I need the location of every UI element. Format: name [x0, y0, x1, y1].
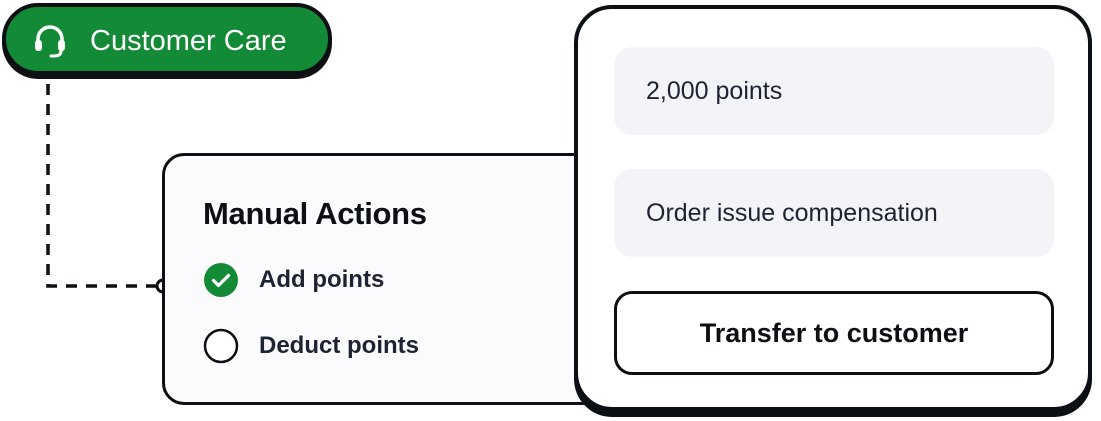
reason-field[interactable]: Order issue compensation [614, 169, 1054, 257]
transfer-button[interactable]: Transfer to customer [614, 291, 1054, 375]
manual-actions-title: Manual Actions [203, 196, 427, 231]
headset-icon [35, 25, 65, 58]
empty-circle-icon [203, 328, 239, 364]
manual-actions-card: Manual Actions Add points Deduct points [162, 153, 622, 405]
option-deduct-points[interactable]: Deduct points [203, 326, 419, 366]
points-amount-field[interactable]: 2,000 points [614, 47, 1054, 135]
customer-care-badge[interactable]: Customer Care [2, 3, 332, 75]
customer-care-label: Customer Care [90, 25, 287, 57]
option-label: Add points [259, 266, 385, 293]
transfer-card: 2,000 points Order issue compensation Tr… [574, 5, 1092, 411]
option-add-points[interactable]: Add points [203, 260, 384, 300]
check-circle-icon [204, 263, 238, 297]
option-label: Deduct points [259, 332, 419, 359]
